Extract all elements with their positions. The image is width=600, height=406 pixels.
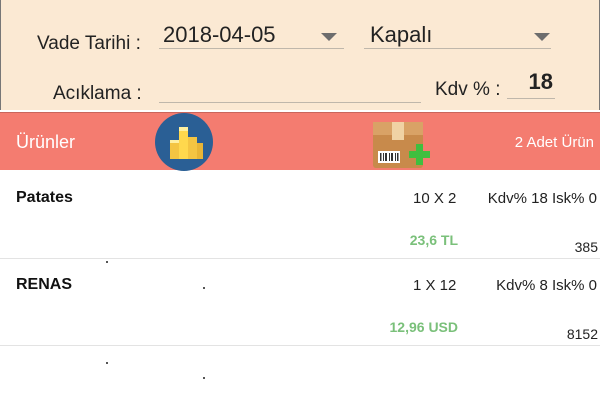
speck <box>106 261 108 263</box>
vat-label: Kdv % : <box>435 79 501 100</box>
due-date-select[interactable]: 2018-04-05 <box>159 10 344 49</box>
document-form: Vade Tarihi : 2018-04-05 Kapalı Acıklama… <box>0 0 600 110</box>
stack-cube-icon[interactable] <box>154 113 214 171</box>
due-date-value: 2018-04-05 <box>163 22 276 47</box>
product-code: 8152 <box>566 326 598 342</box>
product-name: RENAS <box>16 276 73 293</box>
product-vat-discount: Kdv% 8 Isk% 0 <box>496 277 597 294</box>
description-input[interactable] <box>159 72 421 103</box>
list-item[interactable]: RENAS 1 X 12 Kdv% 8 Isk% 0 12,96 USD 815… <box>0 259 600 346</box>
list-item[interactable]: Patates 10 X 2 Kdv% 18 Isk% 0 23,6 TL 38… <box>0 172 600 259</box>
speck <box>203 377 205 379</box>
product-price: 12,96 USD <box>389 319 458 335</box>
products-header-bar: Ürünler 2 Adet Ürün <box>0 112 600 171</box>
package-add-icon[interactable] <box>370 117 432 171</box>
status-value: Kapalı <box>370 22 433 47</box>
product-count: 2 Adet Ürün <box>514 134 594 151</box>
due-date-label: Vade Tarihi : <box>37 33 141 54</box>
vat-input[interactable]: 18 <box>507 68 555 99</box>
product-quantity: 1 X 12 <box>413 277 457 294</box>
products-title: Ürünler <box>16 132 76 152</box>
product-list: Patates 10 X 2 Kdv% 18 Isk% 0 23,6 TL 38… <box>0 172 600 406</box>
list-empty-area <box>0 346 600 406</box>
speck <box>106 362 108 364</box>
speck <box>203 287 205 289</box>
product-code: 385 <box>574 239 598 255</box>
product-name: Patates <box>16 189 73 206</box>
status-select[interactable]: Kapalı <box>364 10 551 49</box>
vat-value: 18 <box>528 69 553 94</box>
description-label: Acıklama : <box>53 83 142 104</box>
chevron-down-icon <box>321 33 337 41</box>
product-quantity: 10 X 2 <box>413 190 457 207</box>
chevron-down-icon <box>534 33 550 41</box>
product-vat-discount: Kdv% 18 Isk% 0 <box>487 190 597 207</box>
product-price: 23,6 TL <box>409 232 458 248</box>
